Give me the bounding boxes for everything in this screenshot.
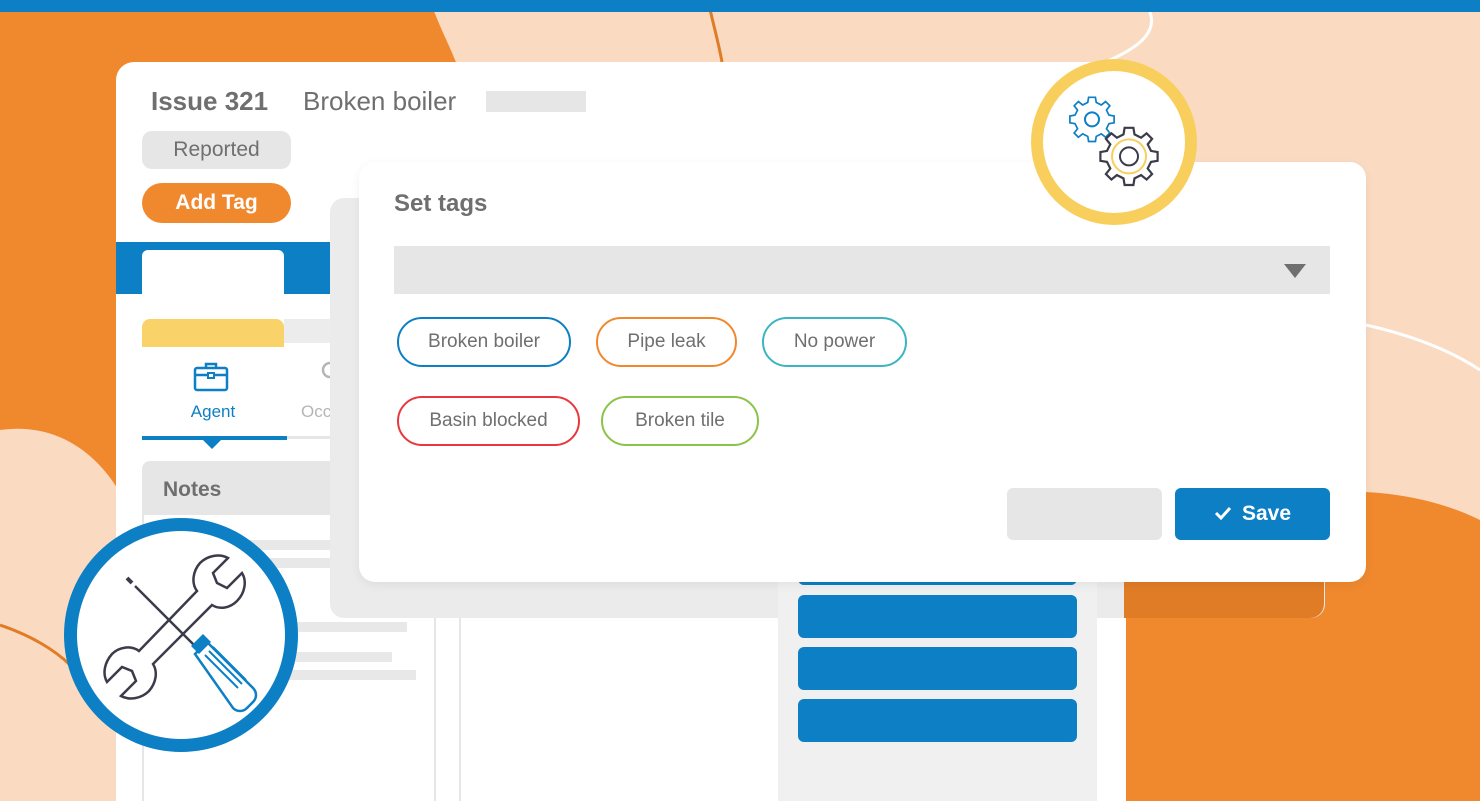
tag-chip-no-power[interactable]: No power bbox=[762, 317, 907, 367]
notes-title: Notes bbox=[163, 478, 222, 501]
tools-badge bbox=[64, 518, 298, 752]
top-accent-bar bbox=[0, 0, 1480, 12]
wrench-screwdriver-icon bbox=[103, 554, 258, 713]
modal-title: Set tags bbox=[394, 190, 488, 217]
note-line bbox=[285, 622, 407, 632]
tags-select[interactable] bbox=[394, 246, 1330, 294]
gears-icon bbox=[1069, 96, 1159, 187]
white-curve-right bbox=[1365, 323, 1480, 372]
white-curve-top bbox=[1099, 11, 1154, 67]
tag-chip-broken-tile[interactable]: Broken tile bbox=[601, 396, 759, 446]
cancel-button[interactable] bbox=[1007, 488, 1162, 540]
caret-down-icon[interactable] bbox=[1284, 264, 1306, 278]
gears-badge bbox=[1031, 59, 1197, 225]
tag-chip-basin-blocked[interactable]: Basin blocked bbox=[397, 396, 580, 446]
issue-subtitle: Broken boiler bbox=[303, 86, 457, 116]
list-item[interactable] bbox=[798, 647, 1077, 690]
list-item[interactable] bbox=[798, 595, 1077, 638]
yellow-panel-tab bbox=[142, 319, 284, 347]
tab-active[interactable] bbox=[142, 250, 284, 294]
note-line bbox=[285, 652, 392, 662]
save-label: Save bbox=[1241, 502, 1292, 525]
tag-chip-pipe-leak[interactable]: Pipe leak bbox=[596, 317, 737, 367]
issue-title: Issue 321 bbox=[151, 86, 269, 116]
issue-title-placeholder bbox=[486, 91, 586, 112]
status-badge: Reported bbox=[142, 131, 291, 169]
add-tag-button[interactable]: Add Tag bbox=[142, 183, 291, 223]
subtab-agent[interactable]: Agent bbox=[142, 402, 284, 422]
tag-chip-broken-boiler[interactable]: Broken boiler bbox=[397, 317, 571, 367]
save-button[interactable]: Save bbox=[1175, 488, 1330, 540]
subtab-pointer bbox=[203, 440, 221, 449]
check-icon bbox=[1214, 502, 1232, 526]
briefcase-icon bbox=[192, 360, 232, 399]
list-item[interactable] bbox=[798, 699, 1077, 742]
note-line bbox=[285, 670, 416, 680]
